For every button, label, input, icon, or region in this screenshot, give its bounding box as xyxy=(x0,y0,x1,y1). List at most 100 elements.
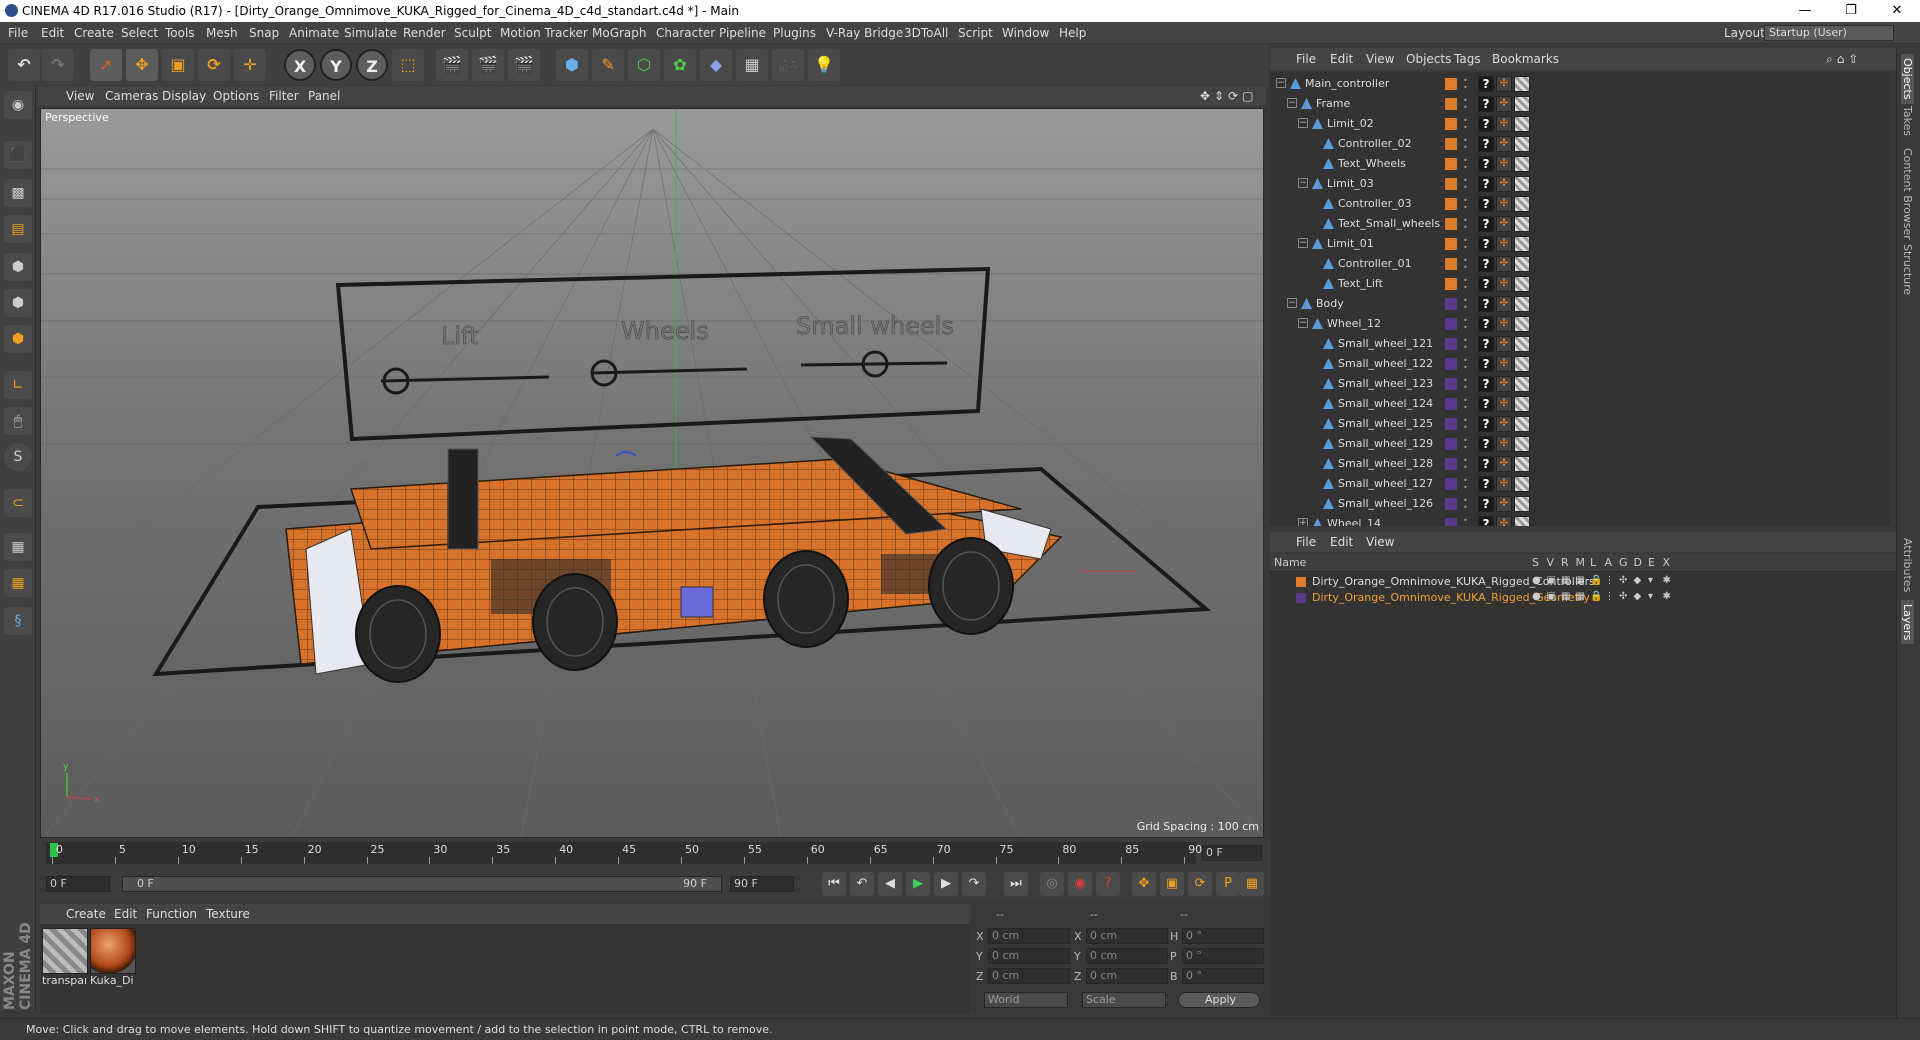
layer-toggle-icon[interactable]: ✣ xyxy=(1619,575,1627,586)
objects-menu-view[interactable]: View xyxy=(1366,52,1394,66)
visibility-dots-icon[interactable]: •• xyxy=(1463,337,1468,352)
tag-icon[interactable]: ✣ xyxy=(1496,496,1512,512)
layout-dropdown[interactable]: Startup (User) xyxy=(1764,25,1894,41)
menu-mograph[interactable]: MoGraph xyxy=(592,26,647,40)
move-tool-icon[interactable]: ✥ xyxy=(126,49,158,81)
visibility-dots-icon[interactable]: •• xyxy=(1463,317,1468,332)
tag-icon[interactable]: ? xyxy=(1478,256,1494,272)
model-mode-icon[interactable]: ⬛ xyxy=(4,141,32,169)
layer-toggle-icon[interactable]: ▦ xyxy=(1561,575,1570,586)
python-icon[interactable]: § xyxy=(4,607,32,635)
tag-icon[interactable]: ✣ xyxy=(1496,376,1512,392)
tag-icon[interactable]: ? xyxy=(1478,176,1494,192)
layer-color-swatch[interactable] xyxy=(1445,138,1457,150)
layer-color-swatch[interactable] xyxy=(1445,358,1457,370)
prev-keyframe-icon[interactable]: ↶ xyxy=(850,872,874,896)
object-row[interactable]: Small_wheel_126 • •? ✣ xyxy=(1270,494,1890,514)
layer-color-swatch[interactable] xyxy=(1445,438,1457,450)
expand-toggle-icon[interactable]: − xyxy=(1298,118,1308,128)
tag-icon[interactable]: ✣ xyxy=(1496,236,1512,252)
workplane-grid-icon[interactable]: ▦ xyxy=(4,533,32,561)
objects-menu-tags[interactable]: Tags xyxy=(1454,52,1481,66)
tag-icon[interactable]: ? xyxy=(1478,436,1494,452)
object-row[interactable]: Small_wheel_128 • •? ✣ xyxy=(1270,454,1890,474)
rotation-h-field[interactable]: 0 ° xyxy=(1182,928,1264,944)
tag-icon[interactable]: ? xyxy=(1478,296,1494,312)
layers-menu-file[interactable]: File xyxy=(1296,535,1316,549)
visibility-dots-icon[interactable]: •• xyxy=(1463,257,1468,272)
expand-toggle-icon[interactable]: + xyxy=(1298,518,1308,526)
layer-row[interactable]: Dirty_Orange_Omnimove_KUKA_Rigged_Contro… xyxy=(1270,574,1896,590)
polygons-mode-icon[interactable]: ⬢ xyxy=(4,325,32,353)
tag-icon[interactable]: ? xyxy=(1478,196,1494,212)
layer-color-swatch[interactable] xyxy=(1296,577,1306,587)
layer-toggle-icon[interactable]: ▾ xyxy=(1648,591,1653,602)
tag-icon[interactable]: ✣ xyxy=(1496,256,1512,272)
apply-button[interactable]: Apply xyxy=(1178,992,1260,1008)
material-tag-icon[interactable] xyxy=(1514,296,1530,312)
cloner-icon[interactable]: ✿ xyxy=(664,49,696,81)
visibility-dots-icon[interactable]: •• xyxy=(1463,77,1468,92)
tag-icon[interactable]: ✣ xyxy=(1496,436,1512,452)
tag-icon[interactable]: ? xyxy=(1478,376,1494,392)
snap-icon[interactable]: S xyxy=(4,443,32,471)
material-menu-function[interactable]: Function xyxy=(146,907,197,921)
layer-column-header[interactable]: E xyxy=(1648,556,1655,569)
layer-color-swatch[interactable] xyxy=(1296,593,1306,603)
layer-toggle-icon[interactable]: ✱ xyxy=(1663,591,1671,602)
layer-color-swatch[interactable] xyxy=(1445,178,1457,190)
tag-icon[interactable]: ? xyxy=(1478,456,1494,472)
rotation-p-field[interactable]: 0 ° xyxy=(1182,948,1264,964)
layer-color-swatch[interactable] xyxy=(1445,418,1457,430)
menu-sculpt[interactable]: Sculpt xyxy=(454,26,491,40)
material-tag-icon[interactable] xyxy=(1514,396,1530,412)
visibility-dots-icon[interactable]: •• xyxy=(1463,237,1468,252)
tag-icon[interactable]: ? xyxy=(1478,396,1494,412)
visibility-dots-icon[interactable]: •• xyxy=(1463,137,1468,152)
coordinate-system-icon[interactable]: ⬚ xyxy=(392,49,424,81)
locked-workplane-icon[interactable]: ▦ xyxy=(4,569,32,597)
light-icon[interactable]: 💡 xyxy=(808,49,840,81)
tag-icon[interactable]: ✣ xyxy=(1496,116,1512,132)
visibility-dots-icon[interactable]: •• xyxy=(1463,217,1468,232)
tag-icon[interactable]: ✣ xyxy=(1496,96,1512,112)
object-row[interactable]: − Main_controller • •? ✣ xyxy=(1270,74,1890,94)
visibility-dots-icon[interactable]: •• xyxy=(1463,377,1468,392)
close-button[interactable]: ✕ xyxy=(1874,0,1920,22)
tag-icon[interactable]: ✣ xyxy=(1496,476,1512,492)
material-tag-icon[interactable] xyxy=(1514,276,1530,292)
layer-color-swatch[interactable] xyxy=(1445,98,1457,110)
layer-toggle-icon[interactable]: ▦ xyxy=(1576,591,1585,602)
render-picture-viewer-icon[interactable]: 🎬 xyxy=(472,49,504,81)
layer-color-swatch[interactable] xyxy=(1445,158,1457,170)
size-x-field[interactable]: 0 cm xyxy=(1086,928,1168,944)
tag-icon[interactable]: ? xyxy=(1478,96,1494,112)
perspective-viewport[interactable]: Lift Wheels Small wheels y x Perspective… xyxy=(40,108,1264,838)
tag-icon[interactable]: ? xyxy=(1478,476,1494,492)
tag-icon[interactable]: ? xyxy=(1478,316,1494,332)
menu-create[interactable]: Create xyxy=(74,26,114,40)
expand-toggle-icon[interactable]: − xyxy=(1298,178,1308,188)
tag-icon[interactable]: ✣ xyxy=(1496,176,1512,192)
menu-3dtoall[interactable]: 3DToAll xyxy=(904,26,948,40)
autokey-icon[interactable]: ◉ xyxy=(1068,872,1092,896)
visibility-dots-icon[interactable]: •• xyxy=(1463,457,1468,472)
render-view-icon[interactable]: 🎬 xyxy=(436,49,468,81)
layer-toggle-icon[interactable]: ▣ xyxy=(1547,591,1556,602)
menu-script[interactable]: Script xyxy=(958,26,993,40)
object-row[interactable]: Controller_02 • •? ✣ xyxy=(1270,134,1890,154)
menu-character[interactable]: Character xyxy=(656,26,715,40)
size-y-field[interactable]: 0 cm xyxy=(1086,948,1168,964)
minimize-button[interactable]: — xyxy=(1782,0,1828,22)
layer-toggle-icon[interactable]: ▾ xyxy=(1648,575,1653,586)
material-tag-icon[interactable] xyxy=(1514,456,1530,472)
object-manager-search-icon[interactable]: ⌕⌂⇧ xyxy=(1826,52,1862,67)
menu-select[interactable]: Select xyxy=(121,26,158,40)
undo-icon[interactable]: ↶ xyxy=(8,49,40,81)
tag-icon[interactable]: ✣ xyxy=(1496,456,1512,472)
material-tag-icon[interactable] xyxy=(1514,96,1530,112)
viewport-menu-display[interactable]: Display xyxy=(162,89,206,103)
expand-toggle-icon[interactable]: − xyxy=(1287,98,1297,108)
material-thumbnail[interactable] xyxy=(90,928,136,974)
objects-menu-bookmarks[interactable]: Bookmarks xyxy=(1492,52,1559,66)
